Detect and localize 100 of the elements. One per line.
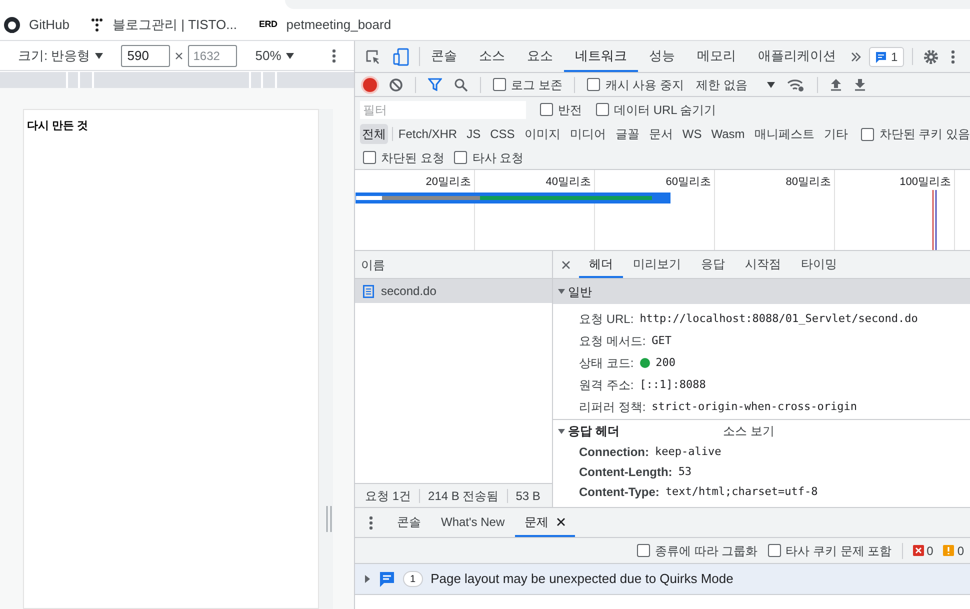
header-value: 200 bbox=[656, 354, 676, 371]
upload-icon[interactable] bbox=[830, 78, 842, 91]
erd-logo: ERD bbox=[258, 18, 278, 31]
device-toggle-icon[interactable] bbox=[393, 48, 409, 66]
download-icon[interactable] bbox=[854, 78, 866, 91]
header-key: 요청 URL: bbox=[579, 310, 634, 328]
type-filter-button[interactable]: 매니페스트 bbox=[752, 124, 816, 144]
header-value: http://localhost:8088/01_Servlet/second.do bbox=[640, 310, 918, 327]
type-filter-button[interactable]: 문서 bbox=[646, 124, 675, 144]
checkbox[interactable] bbox=[768, 544, 781, 557]
type-filter-button[interactable]: 전체 bbox=[360, 124, 388, 144]
clear-icon[interactable] bbox=[389, 78, 403, 92]
drawer-tab[interactable]: 콘솔 bbox=[387, 508, 431, 537]
issue-count-badge: 1 bbox=[403, 571, 423, 587]
tick-label: 80밀리초 bbox=[786, 175, 831, 190]
bookmark-link[interactable]: petmeeting_board bbox=[286, 14, 392, 34]
summary-text: 요청 1건 bbox=[365, 488, 412, 504]
height-field[interactable]: 1632 bbox=[188, 44, 238, 66]
type-filter-button[interactable]: 이미지 bbox=[522, 124, 562, 144]
panel-tab[interactable]: 소스 bbox=[468, 41, 516, 72]
caret-icon bbox=[95, 52, 104, 58]
type-filter-button[interactable]: CSS bbox=[488, 124, 517, 144]
filter-field[interactable]: 필터 bbox=[360, 100, 526, 118]
request-row[interactable]: second.do bbox=[355, 279, 552, 303]
tick-label: 100밀리초 bbox=[900, 175, 951, 190]
type-filter-button[interactable]: 미디어 bbox=[568, 124, 608, 144]
message-icon bbox=[875, 50, 887, 62]
close-icon[interactable] bbox=[556, 518, 565, 526]
header-key: 원격 주소: bbox=[579, 376, 634, 394]
view-source-link[interactable]: 소스 보기 bbox=[723, 422, 774, 440]
type-filter-button[interactable]: Fetch/XHR bbox=[396, 124, 460, 144]
search-icon[interactable] bbox=[454, 78, 468, 92]
panel-tab[interactable]: 성능 bbox=[638, 41, 686, 72]
panel-tab[interactable]: 요소 bbox=[516, 41, 564, 72]
type-filter-button[interactable]: JS bbox=[464, 124, 483, 144]
type-filter-button[interactable]: Wasm bbox=[709, 124, 747, 144]
header-key: Content-Type: bbox=[579, 483, 660, 501]
checkbox[interactable] bbox=[861, 128, 874, 140]
detail-tab[interactable]: 응답 bbox=[691, 251, 735, 278]
checkbox[interactable] bbox=[596, 103, 609, 116]
checkbox[interactable] bbox=[454, 151, 468, 164]
panel-tab[interactable]: 메모리 bbox=[686, 41, 747, 72]
checkbox-label: 차단된 쿠키 있음 bbox=[879, 126, 970, 143]
header-value: GET bbox=[652, 332, 672, 349]
drawer-tab[interactable]: What's New bbox=[431, 508, 515, 537]
bookmark-link[interactable]: GitHub bbox=[29, 14, 70, 34]
checkbox[interactable] bbox=[540, 103, 553, 116]
error-icon bbox=[912, 545, 924, 556]
type-filter-button[interactable]: 기타 bbox=[822, 124, 850, 144]
warning-icon bbox=[943, 545, 954, 556]
bookmark-link[interactable]: 블로그관리 | TISTO... bbox=[112, 14, 237, 34]
checkbox-label: 타사 쿠키 문제 포함 bbox=[786, 542, 892, 560]
section-header[interactable]: 응답 헤더 bbox=[558, 422, 720, 440]
panel-tab[interactable]: 콘솔 bbox=[420, 41, 468, 72]
type-filter-button[interactable]: 글꼴 bbox=[613, 124, 642, 144]
checkbox-label: 데이터 URL 숨기기 bbox=[614, 102, 716, 118]
wifi-settings-icon[interactable] bbox=[787, 78, 806, 92]
issue-row[interactable]: 1 Page layout may be unexpected due to Quirks Mode bbox=[355, 563, 970, 595]
size-dropdown[interactable]: 크기: 반응형 bbox=[18, 46, 104, 66]
checkbox-label: 타사 요청 bbox=[472, 150, 524, 166]
load-event-markers bbox=[932, 190, 937, 250]
header-value: [::1]:8088 bbox=[640, 376, 706, 393]
header-key: 리퍼러 정책: bbox=[579, 398, 646, 416]
header-value: 53 bbox=[678, 464, 692, 480]
zoom-dropdown[interactable]: 50% bbox=[255, 46, 294, 66]
record-button[interactable] bbox=[363, 78, 377, 92]
issues-counter-button[interactable]: 1 bbox=[869, 46, 904, 66]
header-value: text/html;charset=utf-8 bbox=[665, 484, 818, 500]
issue-message: Page layout may be unexpected due to Quirks Mode bbox=[430, 570, 734, 588]
error-count: 0 bbox=[926, 542, 934, 560]
checkbox[interactable] bbox=[493, 78, 506, 91]
header-value: keep-alive bbox=[655, 444, 722, 460]
throttle-dropdown[interactable]: 제한 없음 bbox=[696, 76, 776, 94]
more-icon[interactable] bbox=[950, 50, 955, 64]
message-icon bbox=[379, 571, 395, 587]
tab-label: 문제 bbox=[524, 514, 549, 530]
checkbox[interactable] bbox=[363, 151, 376, 164]
resize-handle-icon[interactable] bbox=[326, 506, 332, 532]
checkbox[interactable] bbox=[636, 544, 650, 557]
more-icon[interactable] bbox=[332, 48, 336, 62]
detail-tab[interactable]: 미리보기 bbox=[623, 251, 691, 278]
header-key: Connection: bbox=[579, 443, 649, 461]
column-header[interactable]: 이름 bbox=[361, 256, 385, 274]
checkbox[interactable] bbox=[587, 78, 600, 91]
detail-tab[interactable]: 시작점 bbox=[735, 251, 791, 278]
more-tabs-icon[interactable] bbox=[851, 52, 861, 62]
checkbox-label: 차단된 요청 bbox=[381, 150, 444, 166]
detail-tab[interactable]: 타이밍 bbox=[791, 251, 847, 278]
summary-text: 53 B bbox=[516, 488, 540, 504]
inspect-icon[interactable] bbox=[365, 48, 381, 64]
filter-icon[interactable] bbox=[428, 78, 442, 91]
settings-icon[interactable] bbox=[922, 48, 939, 64]
caret-icon bbox=[286, 52, 294, 58]
checkbox-label: 반전 bbox=[558, 102, 582, 118]
panel-tab[interactable]: 애플리케이션 bbox=[747, 41, 847, 72]
type-filter-button[interactable]: WS bbox=[680, 124, 704, 144]
header-key: 상태 코드: bbox=[579, 354, 634, 372]
header-key: Content-Length: bbox=[579, 463, 672, 481]
width-field[interactable]: 590 bbox=[121, 44, 170, 66]
more-icon[interactable] bbox=[369, 516, 373, 530]
